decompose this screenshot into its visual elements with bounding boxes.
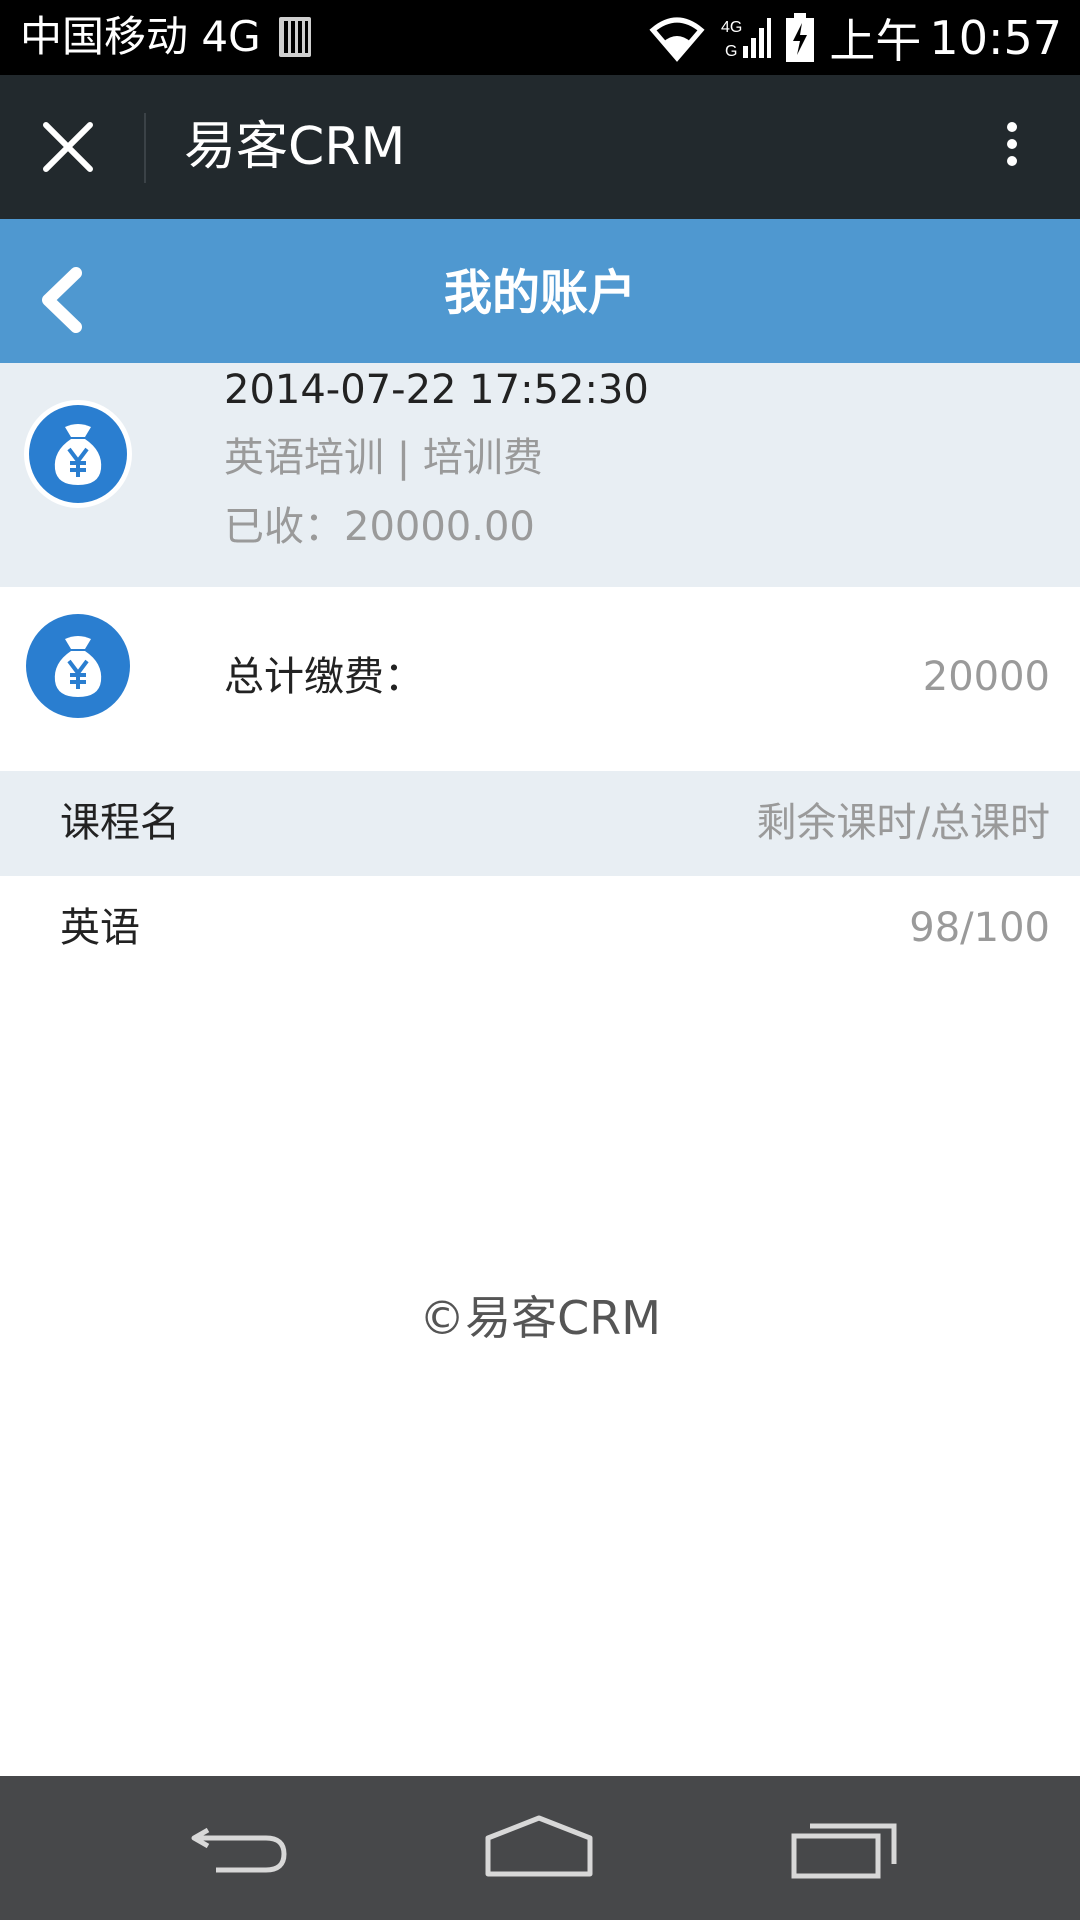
record-category: 英语培训 | 培训费 [224, 435, 543, 481]
status-time: 10:57 [929, 10, 1062, 65]
svg-text:G: G [725, 43, 737, 60]
system-home-icon[interactable] [484, 1812, 594, 1884]
wifi-icon [649, 17, 705, 62]
status-left: 中国移动 4G [20, 12, 313, 62]
record-datetime: 2014-07-22 17:52:30 [224, 367, 649, 413]
close-icon[interactable] [40, 119, 96, 175]
total-payment-label: 总计缴费： [224, 654, 424, 700]
more-options-icon[interactable] [1000, 115, 1024, 179]
course-row[interactable]: 英语 98/100 [0, 876, 1080, 981]
top-bar: 易客CRM [0, 75, 1080, 219]
total-payment-value: 20000 [922, 654, 1050, 700]
status-bar: 中国移动 4G 4G G 上午 10:57 [0, 0, 1080, 75]
system-recent-apps-icon[interactable] [790, 1812, 900, 1884]
payment-record-row[interactable]: 2014-07-22 17:52:30 英语培训 | 培训费 已收：20000.… [0, 363, 1080, 587]
course-table-header: 课程名 剩余课时/总课时 [0, 771, 1080, 876]
sim-card-icon [278, 17, 311, 57]
battery-icon [786, 12, 815, 62]
course-hours: 98/100 [909, 905, 1050, 951]
signal-icon: 4G G [721, 17, 772, 60]
course-hours-header: 剩余课时/总课时 [756, 800, 1050, 846]
app-title: 易客CRM [184, 117, 406, 177]
svg-text:4G: 4G [721, 19, 742, 36]
system-back-icon[interactable] [186, 1812, 296, 1884]
top-bar-divider [144, 113, 146, 183]
time-prefix: 上午 [829, 13, 922, 68]
money-bag-icon [24, 612, 132, 720]
record-paid-amount: 已收：20000.00 [224, 504, 535, 550]
system-nav-bar [0, 1776, 1080, 1920]
course-name: 英语 [60, 905, 140, 951]
total-payment-row: 总计缴费： 20000 [0, 587, 1080, 771]
carrier-label: 中国移动 4G [20, 12, 261, 61]
page-header: 我的账户 [0, 219, 1080, 363]
status-right: 4G G 上午 10:57 [647, 10, 1062, 68]
page-title: 我的账户 [443, 265, 636, 321]
money-bag-icon [24, 400, 132, 508]
copyright-text: ©易客CRM [419, 1291, 661, 1345]
course-name-header: 课程名 [60, 800, 180, 846]
